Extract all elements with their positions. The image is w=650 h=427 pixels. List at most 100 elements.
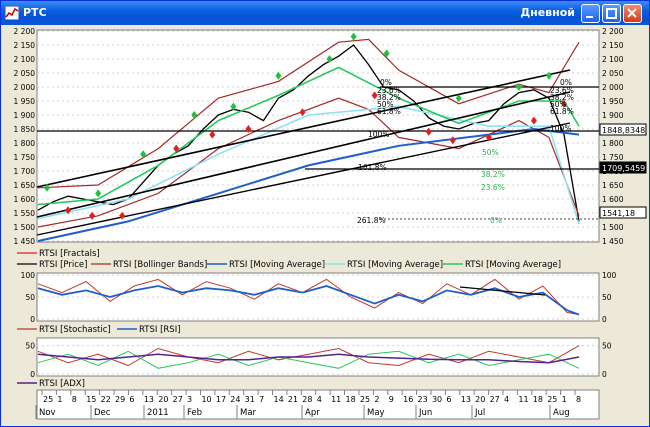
y-tick-label: 2 150	[14, 41, 36, 50]
day-label: 4	[317, 395, 322, 404]
day-label: 10	[201, 395, 211, 404]
month-label: Apr	[305, 408, 320, 418]
y-tick-label-right: 0	[602, 315, 607, 324]
month-label: Jun	[418, 408, 432, 418]
day-label: 1	[562, 395, 567, 404]
close-icon	[627, 8, 637, 18]
day-label: 25	[547, 395, 557, 404]
fib-label: 23.6%	[481, 183, 505, 192]
month-label: Feb	[187, 408, 202, 418]
y-tick-label: 1 650	[14, 181, 36, 190]
adx-y-axis-right: 50 0	[602, 342, 612, 379]
chart-app-icon	[5, 6, 19, 20]
y-tick-label-right: 0	[602, 370, 607, 379]
y-tick-label-right: 50	[602, 342, 612, 351]
y-tick-label: 1 900	[14, 111, 36, 120]
legend-ma-mid: RTSI [Moving Average]	[347, 260, 443, 270]
y-tick-label-right: 1 950	[602, 97, 624, 106]
day-label: 31	[245, 395, 255, 404]
oscillator-legend: RTSI [Stochastic] RTSI [RSI]	[17, 325, 181, 335]
day-label: 13	[144, 395, 154, 404]
legend-price: RTSI [Price]	[39, 260, 87, 270]
application-window: РТС Дневной 2 200 2 150 2 100 2 050 2 000 1 9…	[0, 0, 650, 427]
day-label: 27	[173, 395, 183, 404]
y-tick-label-right: 2 150	[602, 41, 624, 50]
day-label: 16	[403, 395, 413, 404]
day-label: 29	[115, 395, 125, 404]
month-label: Dec	[94, 408, 111, 418]
day-label: 8	[576, 395, 581, 404]
day-label: 21	[288, 395, 298, 404]
month-label: 2011	[147, 408, 169, 418]
y-tick-label: 50	[25, 293, 35, 302]
day-label: 3	[187, 395, 192, 404]
fib-label: 38.2%	[481, 170, 505, 179]
adx-legend: RTSI [ADX]	[17, 379, 85, 389]
y-tick-label-right: 2 050	[602, 69, 624, 78]
y-tick-label: 1 700	[14, 167, 36, 176]
title-bar[interactable]: РТС Дневной	[1, 1, 649, 25]
day-label: 25	[360, 395, 370, 404]
y-tick-label-right: 100	[602, 271, 617, 280]
y-tick-label-right: 1 800	[602, 139, 624, 148]
fib-label: 61.8%	[550, 107, 574, 116]
y-tick-label: 2 100	[14, 55, 36, 64]
legend-fractals: RTSI [Fractals]	[39, 249, 100, 259]
y-tick-label: 1 550	[14, 209, 36, 218]
y-tick-label: 1 500	[14, 223, 36, 232]
y-tick-label: 2 000	[14, 83, 36, 92]
y-tick-label-right: 2 200	[602, 27, 624, 36]
minimize-icon	[586, 16, 593, 18]
fib-label: 100%	[550, 124, 571, 133]
day-label: 11	[518, 395, 528, 404]
minimize-button[interactable]	[581, 4, 600, 23]
price-panel[interactable]	[36, 29, 600, 243]
day-label: 27	[490, 395, 500, 404]
y-tick-label: 1 850	[14, 125, 36, 134]
day-label: 6	[129, 395, 134, 404]
day-label: 23	[418, 395, 428, 404]
y-tick-label-right: 2 100	[602, 55, 624, 64]
day-label: 4	[504, 395, 509, 404]
day-label: 14	[273, 395, 283, 404]
day-label: 13	[461, 395, 471, 404]
legend-bollinger: RTSI [Bollinger Bands]	[113, 260, 207, 270]
y-tick-label: 50	[25, 342, 35, 351]
fib-label: 261.8%	[357, 216, 386, 225]
y-tick-label-right: 1 450	[602, 237, 624, 246]
fib-label: 161.8%	[358, 163, 387, 172]
y-tick-label: 1 600	[14, 195, 36, 204]
fib-label: 50%	[482, 148, 499, 157]
legend-stochastic: RTSI [Stochastic]	[39, 325, 111, 335]
y-tick-label: 0	[30, 315, 35, 324]
price-tag-label: 1848,8348	[602, 126, 645, 135]
day-label: 24	[230, 395, 240, 404]
maximize-icon	[606, 8, 617, 19]
fib-label: 61.8%	[377, 107, 401, 116]
month-label: May	[367, 408, 385, 418]
month-label: Mar	[240, 408, 257, 418]
fib-label: 0%	[490, 216, 502, 225]
price-legend: RTSI [Fractals] RTSI [Price] RTSI [Bolli…	[17, 249, 561, 270]
y-tick-label-right: 2 000	[602, 83, 624, 92]
day-label: 28	[302, 395, 312, 404]
chart-area[interactable]: 2 2002 1502 1002 0502 0001 9501 9001 850…	[5, 27, 647, 425]
day-label: 22	[101, 395, 111, 404]
day-label: 15	[86, 395, 96, 404]
day-label: 18	[346, 395, 356, 404]
y-tick-label: 1 800	[14, 139, 36, 148]
y-tick-label: 1 450	[14, 237, 36, 246]
day-label: 7	[259, 395, 264, 404]
close-button[interactable]	[623, 4, 642, 23]
y-tick-label-right: 1 500	[602, 223, 624, 232]
fib-label: 100%	[368, 130, 389, 139]
price-tag-label: 1541,18	[602, 209, 635, 218]
y-tick-label-right: 1 900	[602, 111, 624, 120]
legend-adx: RTSI [ADX]	[39, 379, 85, 389]
y-tick-label-right: 50	[602, 293, 612, 302]
month-label: Aug	[553, 408, 570, 418]
day-label: 9	[389, 395, 394, 404]
day-label: 8	[72, 395, 77, 404]
maximize-button[interactable]	[602, 4, 621, 23]
day-label: 1	[57, 395, 62, 404]
